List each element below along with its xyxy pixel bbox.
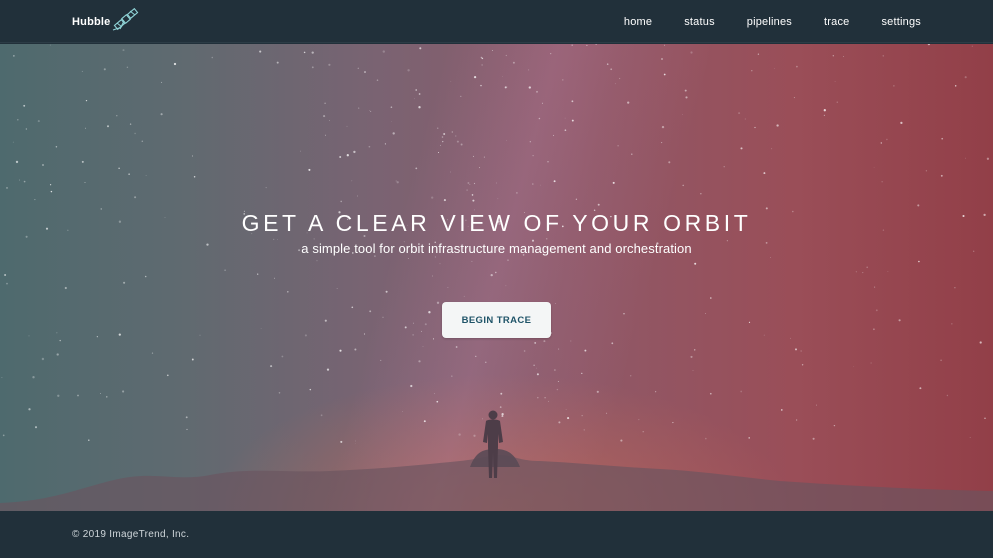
hero-subtitle: a simple tool for orbit infrastructure m… (301, 241, 692, 256)
hero-title: GET A CLEAR VIEW OF YOUR ORBIT (241, 210, 752, 236)
copyright-text: © 2019 ImageTrend, Inc. (72, 529, 190, 540)
nav-link-status[interactable]: status (684, 16, 715, 28)
nav-links: home status pipelines trace settings (624, 0, 921, 43)
nav-link-settings[interactable]: settings (881, 16, 921, 28)
top-navbar: Hubble home status pipelines trace setti… (0, 0, 993, 43)
hero-section: GET A CLEAR VIEW OF YOUR ORBIT a simple … (0, 44, 993, 511)
satellite-icon (113, 7, 139, 31)
brand-logo[interactable]: Hubble (72, 6, 141, 32)
nav-link-trace[interactable]: trace (824, 16, 849, 28)
nav-link-home[interactable]: home (624, 16, 652, 28)
page-footer: © 2019 ImageTrend, Inc. (0, 511, 993, 558)
person-silhouette-image (483, 410, 503, 478)
begin-trace-button[interactable]: BEGIN TRACE (442, 302, 551, 338)
nav-link-pipelines[interactable]: pipelines (747, 16, 792, 28)
brand-name: Hubble (72, 16, 111, 28)
